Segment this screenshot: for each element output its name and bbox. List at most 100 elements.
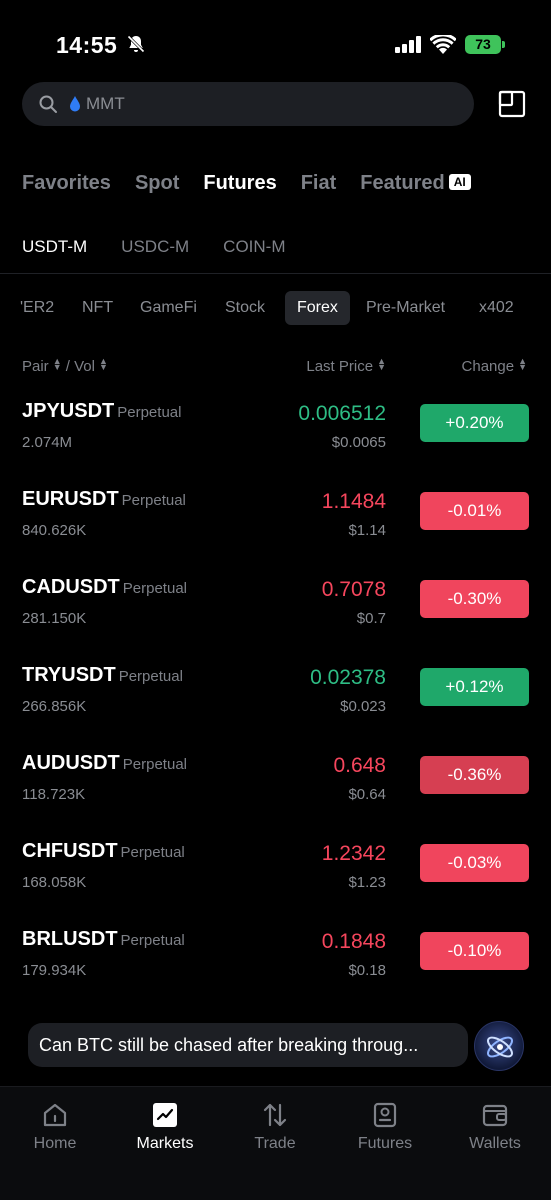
pair-symbol: BRLUSDT <box>22 928 118 950</box>
column-pair-vol[interactable]: Pair ▲ ▼ / Vol ▲ ▼ <box>22 356 108 376</box>
column-change[interactable]: Change ▲ ▼ <box>461 356 527 376</box>
change-badge[interactable]: -0.36% <box>420 756 529 794</box>
usd-price: $0.0065 <box>331 434 386 451</box>
usd-price: $0.7 <box>356 610 386 627</box>
tab-spot[interactable]: Spot <box>135 172 179 195</box>
last-price: 0.02378 <box>310 666 386 689</box>
last-price: 1.2342 <box>321 842 386 865</box>
pair-symbol: TRYUSDT <box>22 664 116 686</box>
change-badge[interactable]: +0.20% <box>420 404 529 442</box>
column-vol-label: / Vol <box>65 358 95 375</box>
tab-featured-label: Featured <box>360 172 445 194</box>
chip-er2[interactable]: 'ER2 <box>8 291 66 325</box>
search-placeholder: MMT <box>86 94 125 113</box>
ai-assistant-button[interactable] <box>474 1021 524 1071</box>
table-row[interactable]: EURUSDT Perpetual 840.626K 1.1484 $1.14 -… <box>0 488 551 576</box>
change-badge[interactable]: -0.01% <box>420 492 529 530</box>
table-row[interactable]: BRLUSDT Perpetual 179.934K 0.1848 $0.18 -… <box>0 928 551 1016</box>
volume: 2.074M <box>22 434 73 451</box>
contract-type: Perpetual <box>118 668 183 685</box>
bell-muted-icon <box>126 34 146 54</box>
home-icon <box>43 1103 67 1127</box>
contract-type: Perpetual <box>120 844 185 861</box>
pair-symbol: EURUSDT <box>22 488 119 510</box>
chip-nft[interactable]: NFT <box>70 291 125 325</box>
nav-trade-label: Trade <box>254 1135 296 1152</box>
pair-name: JPYUSDT Perpetual <box>22 400 181 423</box>
wifi-icon <box>430 35 456 54</box>
ai-prompt-bubble[interactable]: Can BTC still be chased after breaking t… <box>28 1023 468 1067</box>
markets-chart-icon <box>153 1103 177 1127</box>
change-badge[interactable]: -0.03% <box>420 844 529 882</box>
volume: 281.150K <box>22 610 87 627</box>
tab-usdc-m[interactable]: USDC-M <box>121 237 189 257</box>
search-bar[interactable]: MMT <box>22 82 474 126</box>
change-badge[interactable]: -0.10% <box>420 932 529 970</box>
last-price: 1.1484 <box>321 490 386 513</box>
pair-symbol: CADUSDT <box>22 576 120 598</box>
tab-favorites[interactable]: Favorites <box>22 172 111 195</box>
last-price: 0.1848 <box>321 930 386 953</box>
contract-type: Perpetual <box>122 756 187 773</box>
pair-name: TRYUSDT Perpetual <box>22 664 183 687</box>
usd-price: $1.14 <box>348 522 386 539</box>
pair-symbol: CHFUSDT <box>22 840 118 862</box>
chip-forex[interactable]: Forex <box>285 291 350 325</box>
nav-home[interactable]: Home <box>0 1101 110 1153</box>
wallet-icon <box>482 1104 508 1127</box>
sort-icon: ▲ ▼ <box>98 356 108 372</box>
nav-markets[interactable]: Markets <box>110 1101 220 1153</box>
usd-price: $0.64 <box>348 786 386 803</box>
last-price: 0.648 <box>333 754 386 777</box>
last-price: 0.006512 <box>298 402 386 425</box>
chip-stock[interactable]: Stock <box>213 291 277 325</box>
contract-type: Perpetual <box>120 932 185 949</box>
tab-futures[interactable]: Futures <box>203 172 276 195</box>
volume: 840.626K <box>22 522 87 539</box>
pair-name: CADUSDT Perpetual <box>22 576 187 599</box>
nav-trade[interactable]: Trade <box>220 1101 330 1153</box>
table-row[interactable]: TRYUSDT Perpetual 266.856K 0.02378 $0.023… <box>0 664 551 752</box>
change-badge[interactable]: +0.12% <box>420 668 529 706</box>
tab-coin-m[interactable]: COIN-M <box>223 237 285 257</box>
last-price: 0.7078 <box>321 578 386 601</box>
battery-indicator: 73 <box>465 35 505 54</box>
column-last-price[interactable]: Last Price ▲ ▼ <box>306 356 386 376</box>
trade-arrows-icon <box>263 1103 287 1127</box>
tab-fiat[interactable]: Fiat <box>301 172 337 195</box>
nav-futures[interactable]: Futures <box>330 1101 440 1153</box>
table-row[interactable]: AUDUSDT Perpetual 118.723K 0.648 $0.64 -0… <box>0 752 551 840</box>
change-badge[interactable]: -0.30% <box>420 580 529 618</box>
tab-featured[interactable]: Featured AI <box>360 172 471 195</box>
sort-icon: ▲ ▼ <box>518 356 527 372</box>
scan-icon[interactable] <box>498 90 526 118</box>
pair-name: BRLUSDT Perpetual <box>22 928 185 951</box>
futures-document-icon <box>373 1102 397 1128</box>
column-pair-label: Pair <box>22 358 49 375</box>
chip-pre-market[interactable]: Pre-Market <box>354 291 457 325</box>
column-last-price-label: Last Price <box>306 358 374 375</box>
nav-futures-label: Futures <box>357 1135 413 1152</box>
clock: 14:55 <box>56 32 118 58</box>
market-type-tabs: Favorites Spot Futures Fiat Featured AI <box>22 172 495 195</box>
status-bar: 14:55 73 <box>0 0 551 80</box>
contract-type: Perpetual <box>122 580 187 597</box>
pair-symbol: JPYUSDT <box>22 400 115 422</box>
nav-wallets[interactable]: Wallets <box>440 1101 550 1153</box>
contract-type: Perpetual <box>117 404 182 421</box>
column-change-label: Change <box>461 358 515 375</box>
contract-type: Perpetual <box>121 492 186 509</box>
nav-wallets-label: Wallets <box>469 1135 521 1152</box>
token-drop-icon <box>70 96 80 112</box>
sort-icon: ▲ ▼ <box>377 356 386 372</box>
table-row[interactable]: CHFUSDT Perpetual 168.058K 1.2342 $1.23 -… <box>0 840 551 928</box>
tab-usdt-m[interactable]: USDT-M <box>22 237 87 257</box>
volume: 118.723K <box>22 786 86 803</box>
ai-badge: AI <box>448 174 471 190</box>
table-row[interactable]: JPYUSDT Perpetual 2.074M 0.006512 $0.0065… <box>0 400 551 488</box>
pair-name: EURUSDT Perpetual <box>22 488 186 511</box>
chip-x402[interactable]: x402 <box>467 291 526 325</box>
chip-gamefi[interactable]: GameFi <box>128 291 209 325</box>
cellular-signal-icon <box>395 36 421 53</box>
table-row[interactable]: CADUSDT Perpetual 281.150K 0.7078 $0.7 -0… <box>0 576 551 664</box>
